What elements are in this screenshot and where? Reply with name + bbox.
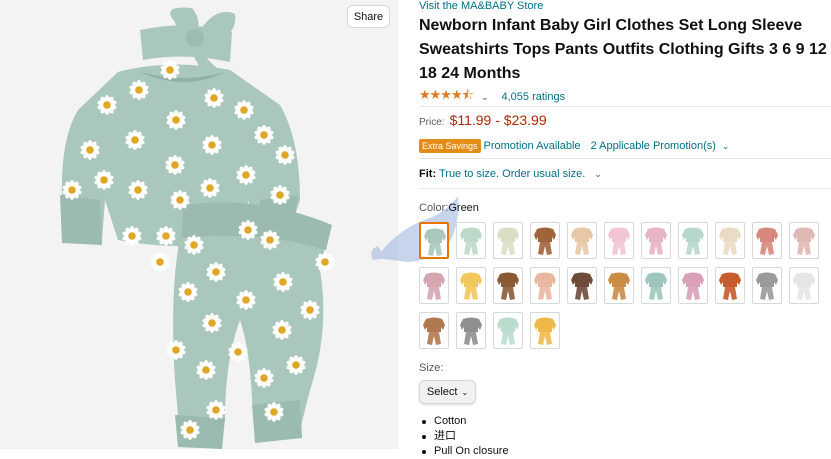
outfit-thumbnail-icon [460,272,482,300]
promotion-row: Extra Savings Promotion Available 2 Appl… [419,139,729,153]
outfit-thumbnail-icon [571,272,593,300]
share-button[interactable]: Share [347,5,390,28]
feature-bullet-text: 进口 [434,430,456,442]
product-title: Newborn Infant Baby Girl Clothes Set Lon… [419,17,827,82]
color-swatch[interactable] [678,222,708,259]
color-swatch[interactable] [641,267,671,304]
color-swatch[interactable] [530,312,560,349]
outfit-thumbnail-icon [571,227,593,255]
outfit-thumbnail-icon [793,227,815,255]
color-swatch[interactable] [456,312,486,349]
color-swatch[interactable] [678,267,708,304]
color-swatch[interactable] [419,267,449,304]
color-swatch[interactable] [493,267,523,304]
color-value: Green [448,202,479,214]
color-swatch[interactable] [715,222,745,259]
outfit-thumbnail-icon [719,272,741,300]
feature-bullet-item: Pull On closure [419,444,509,459]
feature-bullet-item: Cotton [419,414,509,429]
price-value: $11.99 - $23.99 [449,112,547,128]
divider [419,106,831,107]
outfit-thumbnail-icon [497,272,519,300]
outfit-thumbnail-icon [645,272,667,300]
extra-savings-badge: Extra Savings [419,139,481,153]
fit-value-link[interactable]: True to size. Order usual size. [439,168,585,180]
feature-bullet-text: Pull On closure [434,445,509,457]
outfit-thumbnail-icon [682,272,704,300]
ratings-count-link[interactable]: 4,055 ratings [501,91,565,103]
color-swatch[interactable] [752,222,782,259]
product-details: Visit the MA&BABY Store Newborn Infant B… [419,0,831,459]
outfit-thumbnail-icon [423,272,445,300]
color-swatch[interactable] [567,222,597,259]
color-swatch[interactable] [604,267,634,304]
outfit-thumbnail-icon [423,317,445,345]
applicable-promotions-link[interactable]: 2 Applicable Promotion(s) [591,140,716,152]
color-swatch[interactable] [752,267,782,304]
outfit-thumbnail-icon [424,228,446,256]
size-select-label: Select [426,386,458,398]
bullet-dot-icon [422,434,426,439]
divider [419,188,831,189]
outfit-thumbnail-icon [460,227,482,255]
color-swatch[interactable] [456,267,486,304]
rating-row: ★★★★⯪ ⌄ 4,055 ratings [419,86,565,108]
color-swatch[interactable] [530,222,560,259]
outfit-thumbnail-icon [608,227,630,255]
size-select[interactable]: Select ⌄ [419,380,476,404]
fit-label: Fit: [419,168,437,180]
outfit-thumbnail-icon [793,272,815,300]
outfit-thumbnail-icon [534,272,556,300]
outfit-thumbnail-icon [534,227,556,255]
color-swatch[interactable] [419,222,449,259]
divider [419,158,831,159]
promotion-available-text: Promotion Available [483,140,581,152]
outfit-thumbnail-icon [497,317,519,345]
size-label: Size: [419,362,444,374]
outfit-thumbnail-icon [682,227,704,255]
feature-bullets: Cotton 进口 Pull On closure [419,414,509,459]
outfit-thumbnail-icon [497,227,519,255]
store-link[interactable]: Visit the MA&BABY Store [419,0,543,12]
color-swatch[interactable] [456,222,486,259]
color-swatch[interactable] [419,312,449,349]
outfit-thumbnail-icon [645,227,667,255]
color-swatch[interactable] [789,267,819,304]
star-rating-icon[interactable]: ★★★★⯪ [419,86,474,108]
fit-row: Fit: True to size. Order usual size. ⌄ [419,168,602,180]
color-swatch[interactable] [715,267,745,304]
color-row: Color:Green [419,202,479,214]
price-label: Price: [419,117,445,128]
price-row: Price: $11.99 - $23.99 [419,112,547,128]
outfit-thumbnail-icon [719,227,741,255]
chevron-down-icon: ⌄ [461,387,469,397]
color-swatch[interactable] [493,222,523,259]
color-swatch[interactable] [530,267,560,304]
product-image-panel[interactable]: Share [0,0,398,449]
outfit-thumbnail-icon [534,317,556,345]
outfit-thumbnail-icon [756,227,778,255]
outfit-thumbnail-icon [756,272,778,300]
feature-bullet-text: Cotton [434,415,467,427]
bullet-dot-icon [422,419,426,424]
color-label: Color: [419,202,449,214]
feature-bullet-item: 进口 [419,429,509,444]
color-swatch[interactable] [604,222,634,259]
daisy-mark [150,252,170,272]
bullet-dot-icon [422,449,426,454]
color-swatch-grid [419,222,831,352]
chevron-down-icon[interactable]: ⌄ [481,92,489,103]
product-image[interactable] [0,0,398,449]
outfit-thumbnail-icon [460,317,482,345]
color-swatch[interactable] [641,222,671,259]
outfit-thumbnail-icon [608,272,630,300]
color-swatch[interactable] [567,267,597,304]
chevron-down-icon[interactable]: ⌄ [594,169,602,179]
color-swatch[interactable] [789,222,819,259]
chevron-down-icon[interactable]: ⌄ [722,141,730,152]
color-swatch[interactable] [493,312,523,349]
